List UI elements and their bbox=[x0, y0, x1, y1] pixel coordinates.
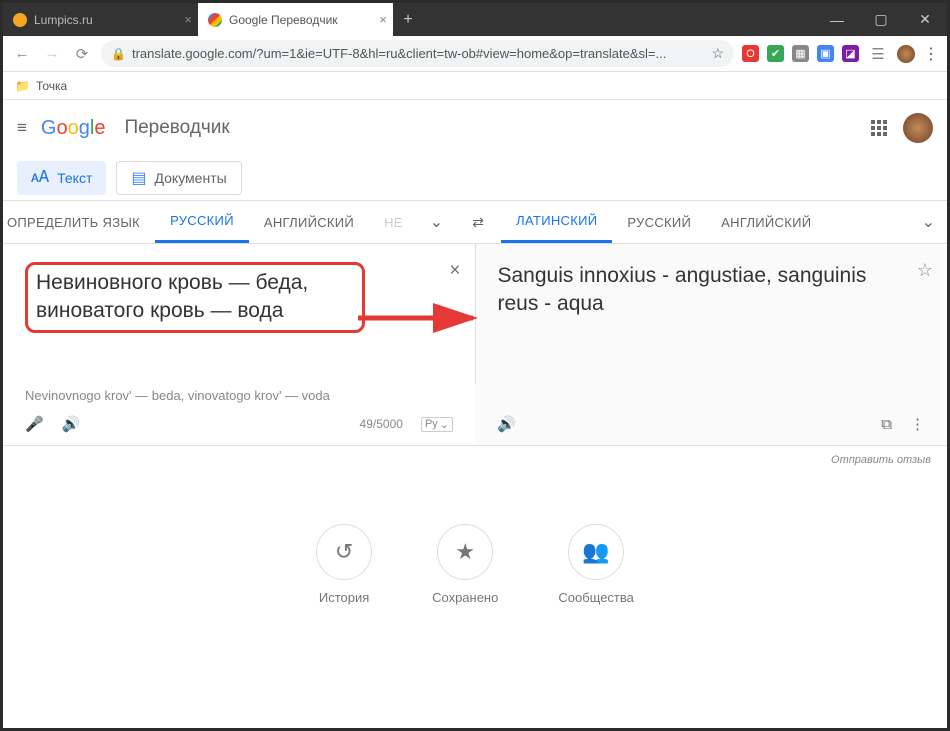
source-text[interactable]: Невиновного кровь — беда, виноватого кро… bbox=[25, 262, 365, 333]
keyboard-toggle[interactable]: Ру ⌄ bbox=[421, 417, 453, 432]
source-pane[interactable]: Невиновного кровь — беда, виноватого кро… bbox=[3, 244, 476, 384]
bottom-shortcuts: ↺ История ★ Сохранено 👥 Сообщества bbox=[3, 524, 947, 605]
extension-icon[interactable]: ◪ bbox=[842, 45, 859, 62]
saved-shortcut[interactable]: ★ Сохранено bbox=[432, 524, 498, 605]
menu-icon[interactable]: ≡ bbox=[17, 118, 27, 138]
mode-label: Документы bbox=[155, 170, 227, 186]
lang-more[interactable]: НЕ bbox=[369, 201, 418, 243]
char-count: 49/5000 bbox=[360, 417, 403, 431]
lang-latin[interactable]: ЛАТИНСКИЙ bbox=[501, 201, 612, 243]
target-text: Sanguis innoxius - angustiae, sanguinis … bbox=[498, 262, 878, 319]
reload-button[interactable]: ⟳ bbox=[71, 45, 93, 63]
lang-russian[interactable]: РУССКИЙ bbox=[155, 201, 249, 243]
swap-languages-button[interactable]: ⇄ bbox=[455, 201, 501, 243]
source-tools: 🎤 🔊 49/5000 Ру ⌄ bbox=[3, 407, 475, 445]
save-translation-icon[interactable]: ☆ bbox=[917, 260, 933, 281]
mode-label: Текст bbox=[57, 170, 92, 186]
speaker-icon[interactable]: 🔊 bbox=[497, 415, 516, 433]
community-shortcut[interactable]: 👥 Сообщества bbox=[558, 524, 634, 605]
tools-row: 🎤 🔊 49/5000 Ру ⌄ 🔊 ⧉ ⋮ bbox=[3, 407, 947, 446]
favicon-icon bbox=[208, 13, 222, 27]
maximize-button[interactable]: ▢ bbox=[859, 3, 903, 36]
url-text: translate.google.com/?um=1&ie=UTF-8&hl=r… bbox=[132, 46, 705, 61]
tab-title: Lumpics.ru bbox=[34, 13, 93, 27]
language-bar: ОПРЕДЕЛИТЬ ЯЗЫК РУССКИЙ АНГЛИЙСКИЙ НЕ ⌄ … bbox=[3, 200, 947, 244]
tab-strip: Lumpics.ru × Google Переводчик × + — ▢ ✕ bbox=[3, 3, 947, 36]
tab-lumpics[interactable]: Lumpics.ru × bbox=[3, 3, 198, 36]
bookmark-star-icon[interactable]: ☆ bbox=[711, 45, 724, 62]
back-button[interactable]: ← bbox=[11, 45, 33, 62]
bookmarks-bar: 📁 Точка bbox=[3, 72, 947, 100]
close-button[interactable]: ✕ bbox=[903, 3, 947, 36]
app-header: ≡ Google Переводчик bbox=[3, 100, 947, 156]
new-tab-button[interactable]: + bbox=[393, 3, 423, 36]
extension-icon[interactable]: ▦ bbox=[792, 45, 809, 62]
shortcut-label: Сообщества bbox=[558, 590, 634, 605]
mode-switcher: 🗚 Текст ▤ Документы bbox=[3, 156, 947, 200]
bookmark-item[interactable]: Точка bbox=[36, 79, 67, 93]
source-transliteration: Nevinovnogo krov' — beda, vinovatogo kro… bbox=[3, 384, 475, 407]
extension-icon[interactable]: ▣ bbox=[817, 45, 834, 62]
shortcut-label: Сохранено bbox=[432, 590, 498, 605]
mode-text-button[interactable]: 🗚 Текст bbox=[17, 161, 106, 195]
star-icon: ★ bbox=[437, 524, 493, 580]
translation-area: Невиновного кровь — беда, виноватого кро… bbox=[3, 244, 947, 384]
folder-icon: 📁 bbox=[15, 79, 30, 93]
minimize-button[interactable]: — bbox=[815, 3, 859, 36]
google-logo: Google bbox=[41, 117, 106, 140]
extensions: O ✔ ▦ ▣ ◪ ☰ ⋮ bbox=[742, 44, 939, 64]
target-tools: 🔊 ⧉ ⋮ bbox=[475, 407, 947, 445]
translate-icon: 🗚 bbox=[31, 169, 49, 187]
document-icon: ▤ bbox=[131, 168, 146, 188]
toolbar: ← → ⟳ 🔒 translate.google.com/?um=1&ie=UT… bbox=[3, 36, 947, 72]
address-bar[interactable]: 🔒 translate.google.com/?um=1&ie=UTF-8&hl… bbox=[101, 40, 734, 67]
lang-english[interactable]: АНГЛИЙСКИЙ bbox=[249, 201, 369, 243]
send-feedback-link[interactable]: Отправить отзыв bbox=[3, 446, 947, 474]
tab-title: Google Переводчик bbox=[229, 13, 338, 27]
browser-window: Lumpics.ru × Google Переводчик × + — ▢ ✕… bbox=[0, 0, 950, 731]
forward-button: → bbox=[41, 45, 63, 62]
extension-icon[interactable]: ✔ bbox=[767, 45, 784, 62]
transliteration-row: Nevinovnogo krov' — beda, vinovatogo kro… bbox=[3, 384, 947, 407]
more-icon[interactable]: ⋮ bbox=[910, 415, 925, 433]
history-icon: ↺ bbox=[316, 524, 372, 580]
lang-detect[interactable]: ОПРЕДЕЛИТЬ ЯЗЫК bbox=[3, 201, 155, 243]
extension-icon[interactable]: O bbox=[742, 45, 759, 62]
history-shortcut[interactable]: ↺ История bbox=[316, 524, 372, 605]
menu-button[interactable]: ⋮ bbox=[923, 44, 939, 64]
target-pane: Sanguis innoxius - angustiae, sanguinis … bbox=[476, 244, 948, 384]
window-controls: — ▢ ✕ bbox=[815, 3, 947, 36]
chevron-down-icon[interactable]: ⌄ bbox=[910, 212, 947, 232]
app-title: Переводчик bbox=[124, 117, 229, 139]
chevron-down-icon[interactable]: ⌄ bbox=[418, 212, 455, 232]
copy-icon[interactable]: ⧉ bbox=[881, 416, 892, 433]
mic-icon[interactable]: 🎤 bbox=[25, 415, 44, 433]
target-languages: ЛАТИНСКИЙ РУССКИЙ АНГЛИЙСКИЙ ⌄ bbox=[501, 201, 947, 243]
clear-button[interactable]: × bbox=[449, 260, 460, 282]
tab-google-translate[interactable]: Google Переводчик × bbox=[198, 3, 393, 36]
community-icon: 👥 bbox=[568, 524, 624, 580]
apps-grid-icon[interactable] bbox=[871, 120, 887, 136]
close-icon[interactable]: × bbox=[184, 12, 192, 27]
account-avatar[interactable] bbox=[903, 113, 933, 143]
shortcut-label: История bbox=[319, 590, 369, 605]
favicon-icon bbox=[13, 13, 27, 27]
mode-documents-button[interactable]: ▤ Документы bbox=[116, 161, 241, 195]
profile-avatar[interactable] bbox=[897, 45, 915, 63]
lang-russian[interactable]: РУССКИЙ bbox=[612, 201, 706, 243]
lang-english[interactable]: АНГЛИЙСКИЙ bbox=[706, 201, 826, 243]
lock-icon: 🔒 bbox=[111, 47, 126, 61]
reading-list-icon[interactable]: ☰ bbox=[867, 45, 889, 63]
speaker-icon[interactable]: 🔊 bbox=[62, 415, 81, 433]
source-languages: ОПРЕДЕЛИТЬ ЯЗЫК РУССКИЙ АНГЛИЙСКИЙ НЕ ⌄ bbox=[3, 201, 455, 243]
close-icon[interactable]: × bbox=[379, 12, 387, 27]
